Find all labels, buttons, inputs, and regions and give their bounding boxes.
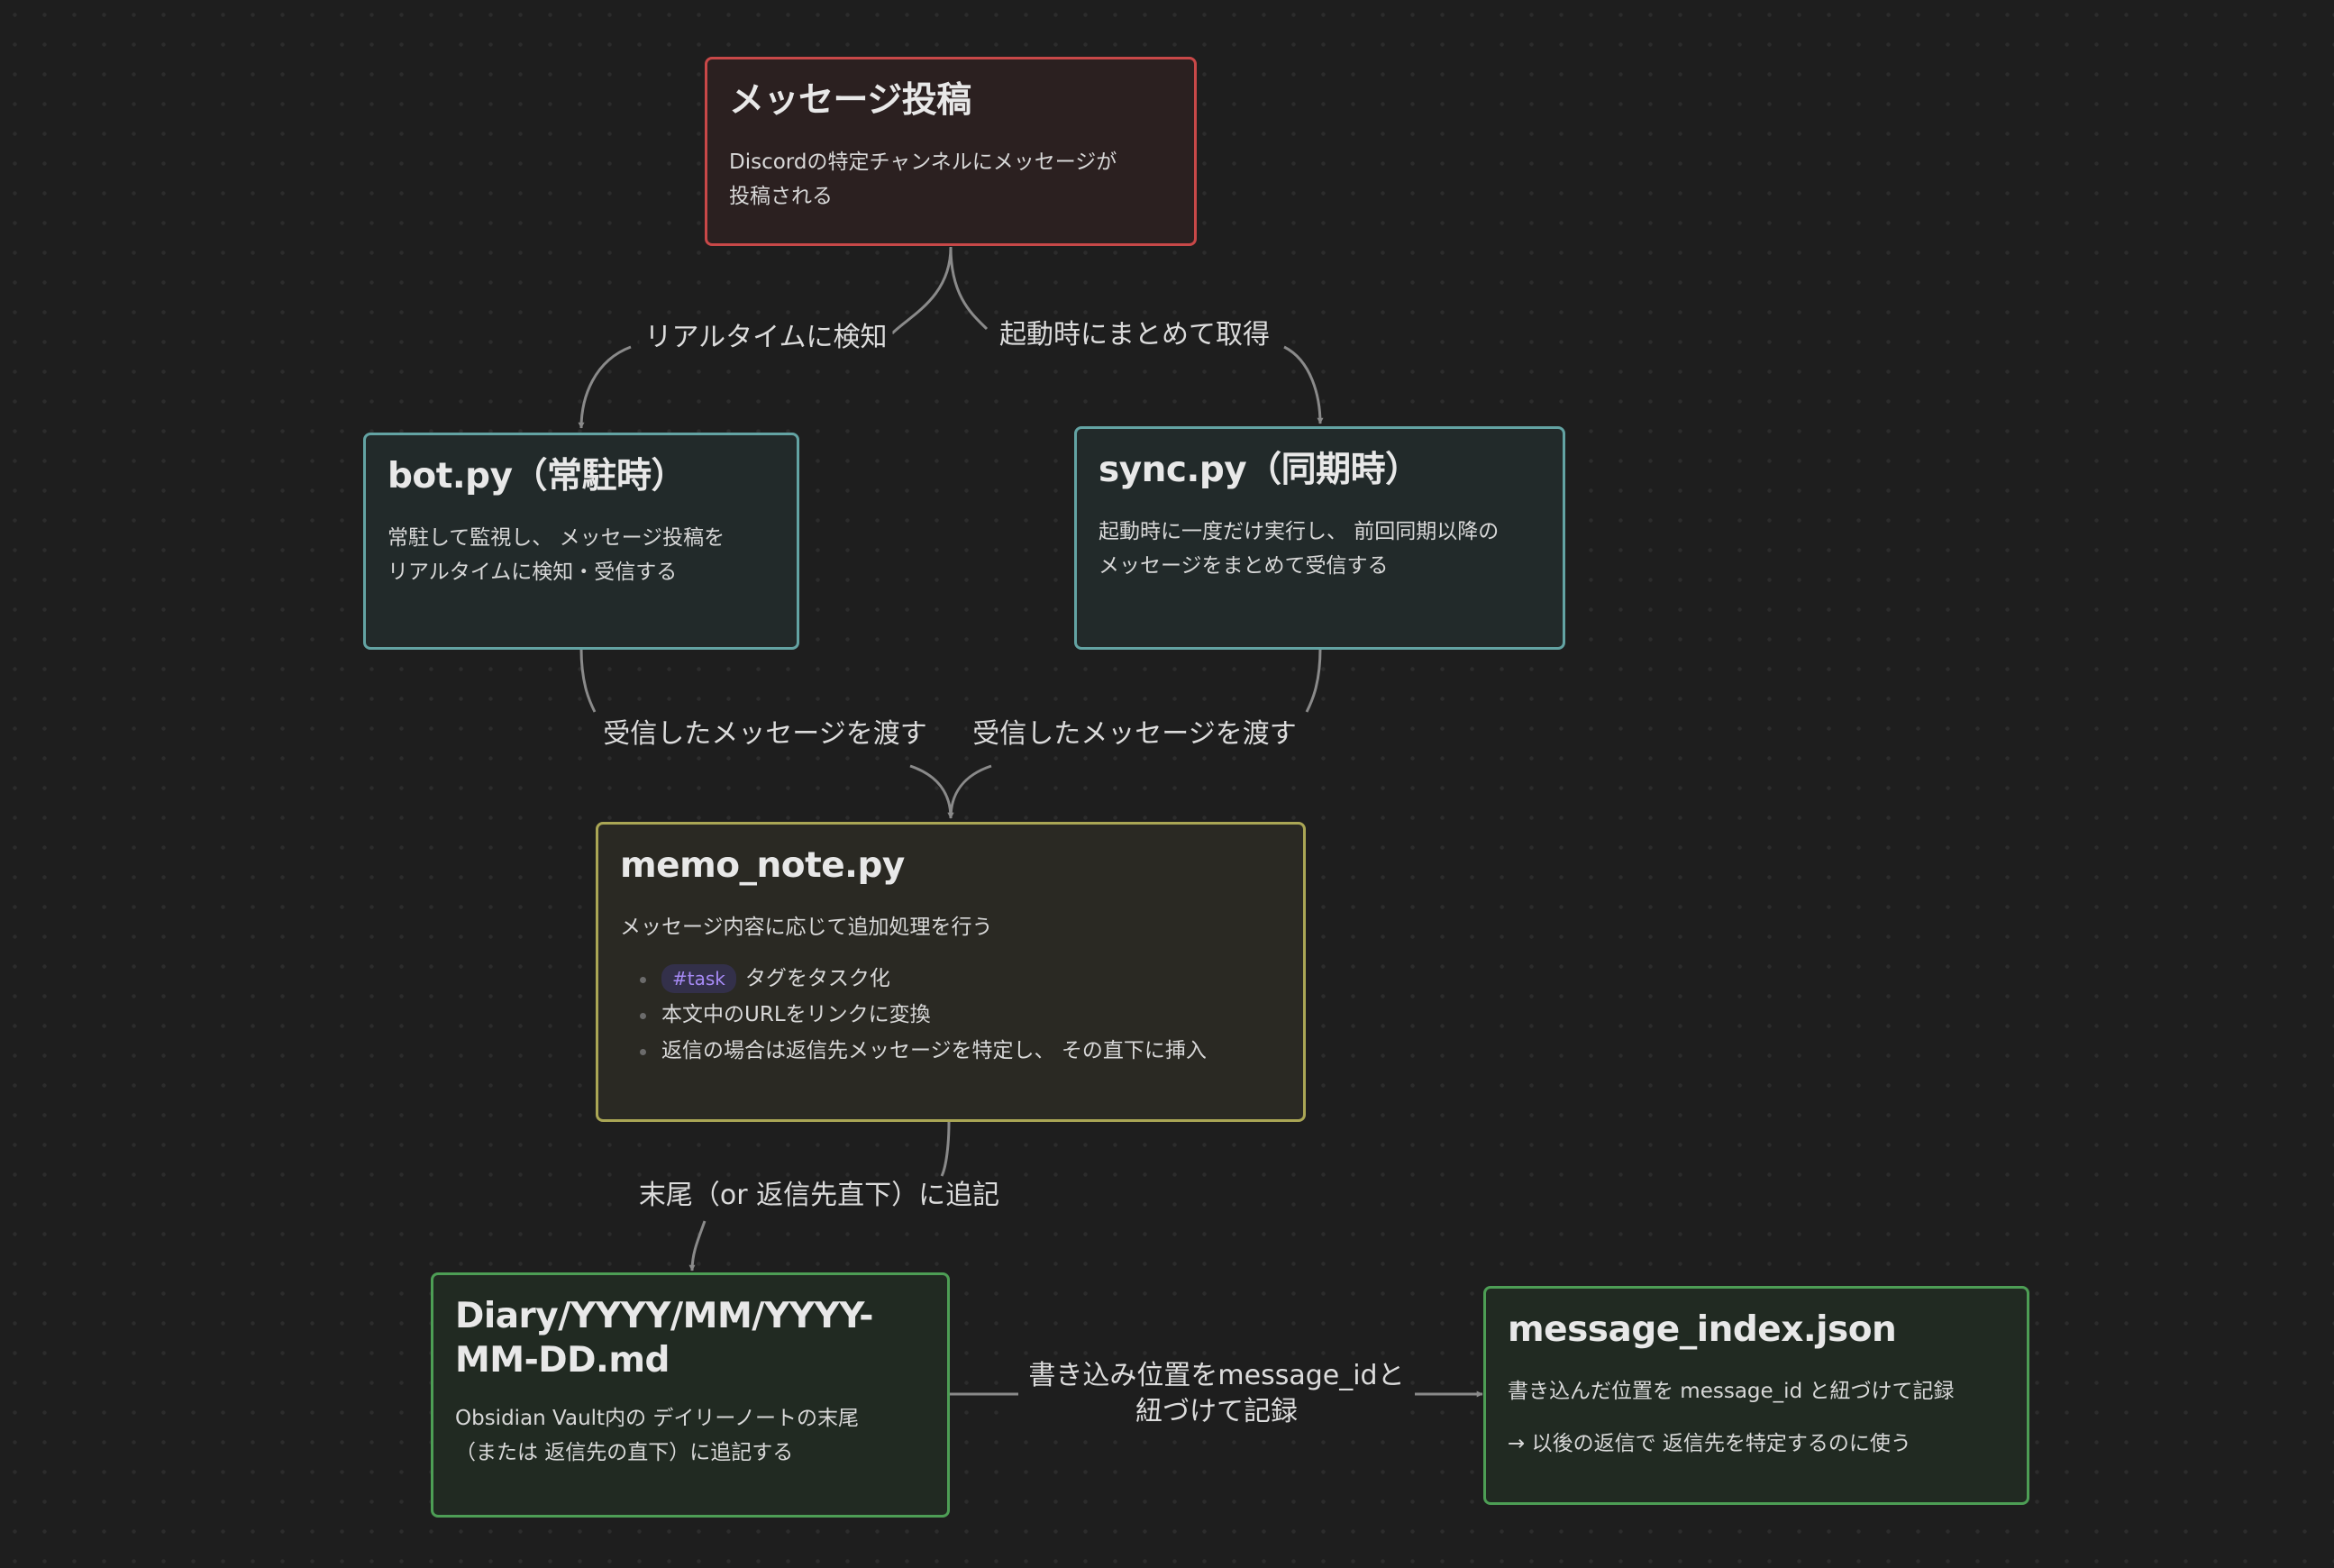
- list-item-text: 本文中のURLをリンクに変換: [661, 1002, 931, 1026]
- list-item-text: タグをタスク化: [744, 966, 890, 990]
- node-description: Obsidian Vault内の デイリーノートの末尾 （または 返信先の直下）…: [455, 1406, 860, 1464]
- node-title: sync.py（同期時）: [1099, 450, 1420, 490]
- list-item: 本文中のURLをリンクに変換: [638, 997, 1281, 1033]
- node-bot-py[interactable]: bot.py（常駐時） 常駐して監視し、 メッセージ投稿を リアルタイムに検知・…: [363, 433, 799, 650]
- node-title: memo_note.py: [620, 845, 905, 886]
- edge-label-pass-sync: 受信したメッセージを渡す: [967, 716, 1302, 752]
- node-description: メッセージ内容に応じて追加処理を行う: [620, 915, 993, 939]
- node-note: → 以後の返信で 返信先を特定するのに使う: [1508, 1431, 1911, 1455]
- list-item: #task タグをタスク化: [638, 961, 1281, 997]
- node-title: Diary/YYYY/MM/YYYY- MM-DD.md: [455, 1296, 873, 1381]
- node-description: Discordの特定チャンネルにメッセージが 投稿される: [729, 150, 1117, 208]
- node-description: 起動時に一度だけ実行し、 前回同期以降の メッセージをまとめて受信する: [1099, 519, 1500, 578]
- list-item: 返信の場合は返信先メッセージを特定し、 その直下に挿入: [638, 1033, 1281, 1069]
- node-sync-py[interactable]: sync.py（同期時） 起動時に一度だけ実行し、 前回同期以降の メッセージを…: [1074, 426, 1565, 650]
- list-item-text: 返信の場合は返信先メッセージを特定し、 その直下に挿入: [661, 1038, 1207, 1062]
- node-title: メッセージ投稿: [729, 80, 971, 121]
- edge-label-append: 末尾（or 返信先直下）に追記: [633, 1178, 1006, 1214]
- edge-label-realtime: リアルタイムに検知: [639, 320, 893, 356]
- processing-list: #task タグをタスク化 本文中のURLをリンクに変換 返信の場合は返信先メッセ…: [620, 961, 1281, 1069]
- node-memo-note-py[interactable]: memo_note.py メッセージ内容に応じて追加処理を行う #task タグを…: [596, 822, 1306, 1122]
- node-title: bot.py（常駐時）: [387, 456, 687, 497]
- edge-label-record: 書き込み位置をmessage_idと 紐づけて記録: [1023, 1358, 1410, 1430]
- node-description: 常駐して監視し、 メッセージ投稿を リアルタイムに検知・受信する: [387, 525, 725, 584]
- edge-label-pass-bot: 受信したメッセージを渡す: [597, 716, 933, 752]
- node-message-post[interactable]: メッセージ投稿 Discordの特定チャンネルにメッセージが 投稿される: [705, 57, 1197, 246]
- node-message-index-json[interactable]: message_index.json 書き込んだ位置を message_id と…: [1483, 1286, 2029, 1505]
- node-title: message_index.json: [1508, 1309, 1897, 1350]
- edge-label-startup: 起動時にまとめて取得: [994, 317, 1275, 353]
- node-description: 書き込んだ位置を message_id と紐づけて記録: [1508, 1379, 1955, 1403]
- node-diary-md[interactable]: Diary/YYYY/MM/YYYY- MM-DD.md Obsidian Va…: [431, 1272, 950, 1518]
- task-tag[interactable]: #task: [661, 963, 736, 993]
